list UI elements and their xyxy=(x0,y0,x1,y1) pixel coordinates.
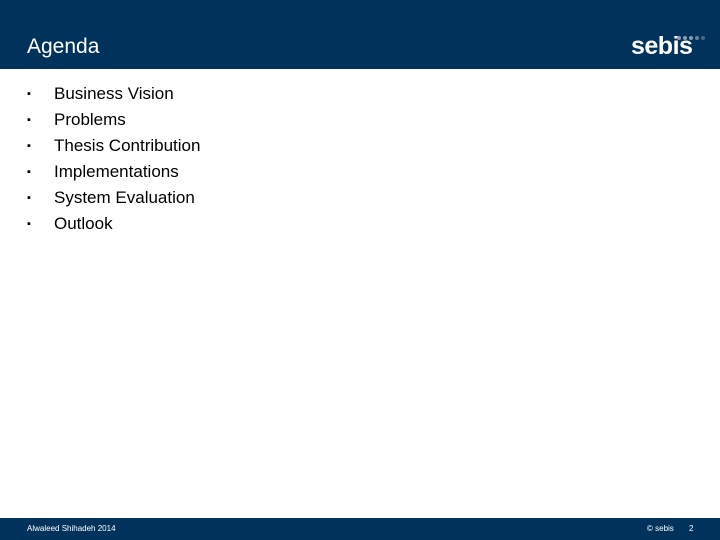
agenda-item: ▪ Problems xyxy=(27,107,200,133)
logo-dot xyxy=(683,36,687,40)
bullet-icon: ▪ xyxy=(27,114,31,126)
bullet-icon: ▪ xyxy=(27,88,31,100)
agenda-item-label: Business Vision xyxy=(54,84,174,103)
slide-title: Agenda xyxy=(27,35,100,58)
agenda-item-label: Implementations xyxy=(54,162,179,181)
logo-dot xyxy=(689,36,693,40)
agenda-item: ▪ Business Vision xyxy=(27,81,200,107)
logo-dot xyxy=(701,36,705,40)
logo-dot xyxy=(677,36,681,40)
bullet-icon: ▪ xyxy=(27,192,31,204)
agenda-item: ▪ Thesis Contribution xyxy=(27,133,200,159)
slide-footer: Alwaleed Shihadeh 2014 © sebis 2 xyxy=(0,518,720,540)
bullet-icon: ▪ xyxy=(27,166,31,178)
agenda-item-label: Problems xyxy=(54,110,126,129)
page-number: 2 xyxy=(689,524,694,533)
logo-dots-icon xyxy=(677,36,705,40)
bullet-icon: ▪ xyxy=(27,140,31,152)
agenda-item: ▪ System Evaluation xyxy=(27,185,200,211)
agenda-item: ▪ Implementations xyxy=(27,159,200,185)
logo-dot xyxy=(695,36,699,40)
agenda-item: ▪ Outlook xyxy=(27,211,200,237)
bullet-icon: ▪ xyxy=(27,218,31,230)
agenda-item-label: System Evaluation xyxy=(54,188,195,207)
agenda-item-label: Outlook xyxy=(54,214,113,233)
agenda-list: ▪ Business Vision ▪ Problems ▪ Thesis Contr… xyxy=(27,81,200,237)
footer-author: Alwaleed Shihadeh 2014 xyxy=(27,524,116,533)
agenda-item-label: Thesis Contribution xyxy=(54,136,201,155)
slide-header: Agenda sebis xyxy=(0,0,720,69)
footer-copyright: © sebis xyxy=(647,524,674,533)
